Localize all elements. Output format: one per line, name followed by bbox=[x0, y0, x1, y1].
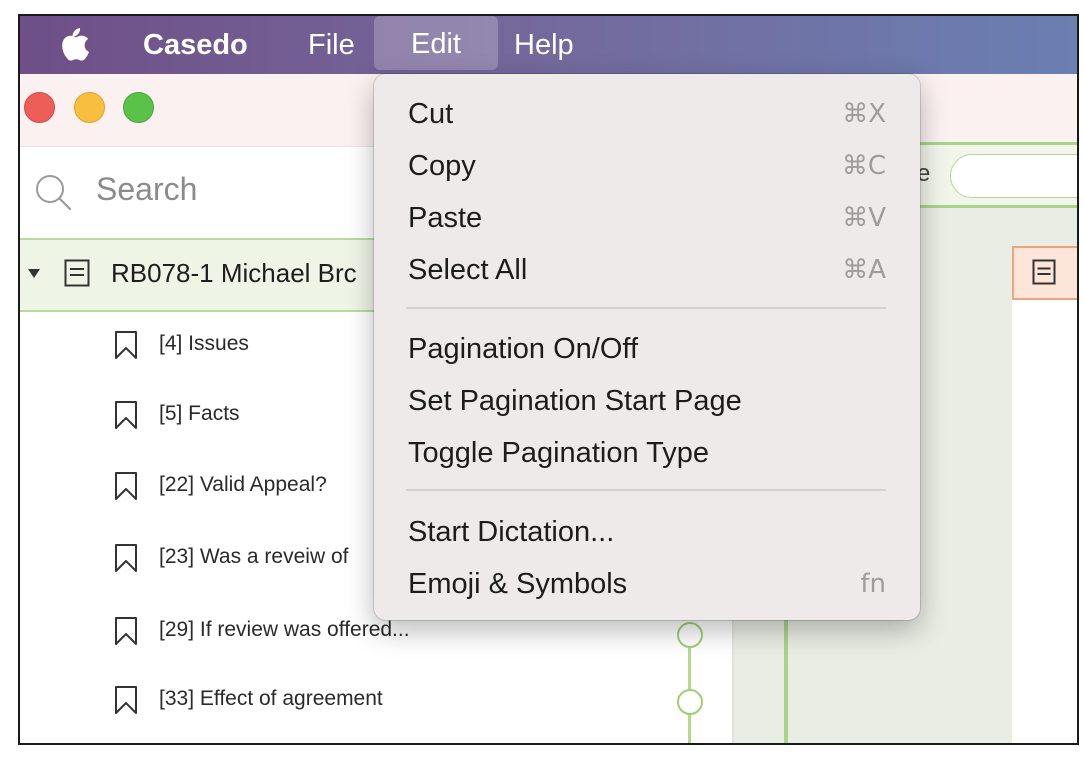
menu-item-label: Set Pagination Start Page bbox=[408, 385, 742, 417]
document-icon bbox=[1032, 259, 1056, 285]
menu-item-label: Start Dictation... bbox=[408, 516, 615, 548]
menu-item-label: Toggle Pagination Type bbox=[408, 437, 709, 469]
menu-item-pagination-toggle[interactable]: Pagination On/Off bbox=[408, 327, 886, 371]
menu-item-label: Pagination On/Off bbox=[408, 333, 639, 365]
menu-item-cut[interactable]: Cut ⌘X bbox=[408, 92, 886, 136]
menu-item-paste[interactable]: Paste ⌘V bbox=[408, 196, 886, 240]
document-page[interactable] bbox=[1012, 262, 1077, 743]
menu-item-emoji-symbols[interactable]: Emoji & Symbols fn bbox=[408, 562, 886, 606]
toolbar-text-field[interactable] bbox=[950, 154, 1077, 198]
menu-item-set-pagination-start[interactable]: Set Pagination Start Page bbox=[408, 379, 886, 423]
bookmark-label: [23] Was a reveiw of bbox=[159, 545, 349, 568]
bookmark-label: [4] Issues bbox=[159, 332, 249, 355]
menu-help[interactable]: Help bbox=[514, 16, 574, 74]
bookmark-icon bbox=[115, 686, 137, 714]
edit-menu-dropdown: Cut ⌘X Copy ⌘C Paste ⌘V Select All ⌘A Pa… bbox=[374, 74, 920, 620]
document-tab[interactable] bbox=[1012, 246, 1077, 300]
bookmark-item[interactable]: [33] Effect of agreement bbox=[20, 665, 670, 735]
menu-item-shortcut: ⌘A bbox=[842, 255, 886, 285]
timeline-node[interactable] bbox=[677, 689, 703, 715]
timeline-node[interactable] bbox=[677, 622, 703, 648]
menu-item-label: Cut bbox=[408, 98, 454, 130]
document-icon bbox=[64, 259, 90, 287]
menu-item-select-all[interactable]: Select All ⌘A bbox=[408, 248, 886, 292]
bookmark-icon bbox=[115, 401, 137, 429]
bookmark-icon bbox=[115, 472, 137, 500]
menu-bar: Casedo File Edit Help bbox=[20, 16, 1077, 74]
menu-item-label: Select All bbox=[408, 254, 528, 286]
menu-item-shortcut: ⌘V bbox=[842, 203, 886, 233]
bookmark-label: [5] Facts bbox=[159, 402, 240, 425]
bookmark-icon bbox=[115, 331, 137, 359]
apple-icon bbox=[62, 28, 89, 61]
menu-item-shortcut: ⌘X bbox=[842, 99, 886, 129]
screenshot-frame: Casedo File Edit Help Search RB078-1 Mic… bbox=[18, 14, 1079, 745]
menu-item-label: Paste bbox=[408, 202, 483, 234]
menu-item-label: Emoji & Symbols bbox=[408, 568, 628, 600]
menu-item-label: Copy bbox=[408, 150, 476, 182]
minimize-window-button[interactable] bbox=[74, 92, 105, 123]
close-window-button[interactable] bbox=[24, 92, 55, 123]
menu-item-shortcut: ⌘C bbox=[841, 151, 886, 181]
bookmark-label: [29] If review was offered... bbox=[159, 618, 410, 641]
menu-file[interactable]: File bbox=[308, 16, 355, 74]
disclosure-triangle-icon[interactable] bbox=[28, 269, 40, 278]
menu-item-shortcut: fn bbox=[860, 569, 886, 599]
menu-item-copy[interactable]: Copy ⌘C bbox=[408, 144, 886, 188]
document-title: RB078-1 Michael Brc bbox=[111, 258, 357, 288]
menu-app-name[interactable]: Casedo bbox=[143, 16, 248, 74]
menu-item-toggle-pagination-type[interactable]: Toggle Pagination Type bbox=[408, 431, 886, 475]
search-placeholder: Search bbox=[96, 171, 198, 207]
bookmark-label: [33] Effect of agreement bbox=[159, 687, 383, 710]
zoom-window-button[interactable] bbox=[123, 92, 154, 123]
bookmark-icon bbox=[115, 617, 137, 645]
menu-item-start-dictation[interactable]: Start Dictation... bbox=[408, 510, 886, 554]
bookmark-icon bbox=[115, 544, 137, 572]
menu-edit[interactable]: Edit bbox=[374, 16, 498, 70]
search-icon bbox=[36, 175, 72, 211]
bookmark-label: [22] Valid Appeal? bbox=[159, 473, 327, 496]
apple-menu[interactable] bbox=[58, 16, 94, 74]
menu-separator bbox=[406, 489, 886, 491]
menu-separator bbox=[406, 307, 886, 309]
